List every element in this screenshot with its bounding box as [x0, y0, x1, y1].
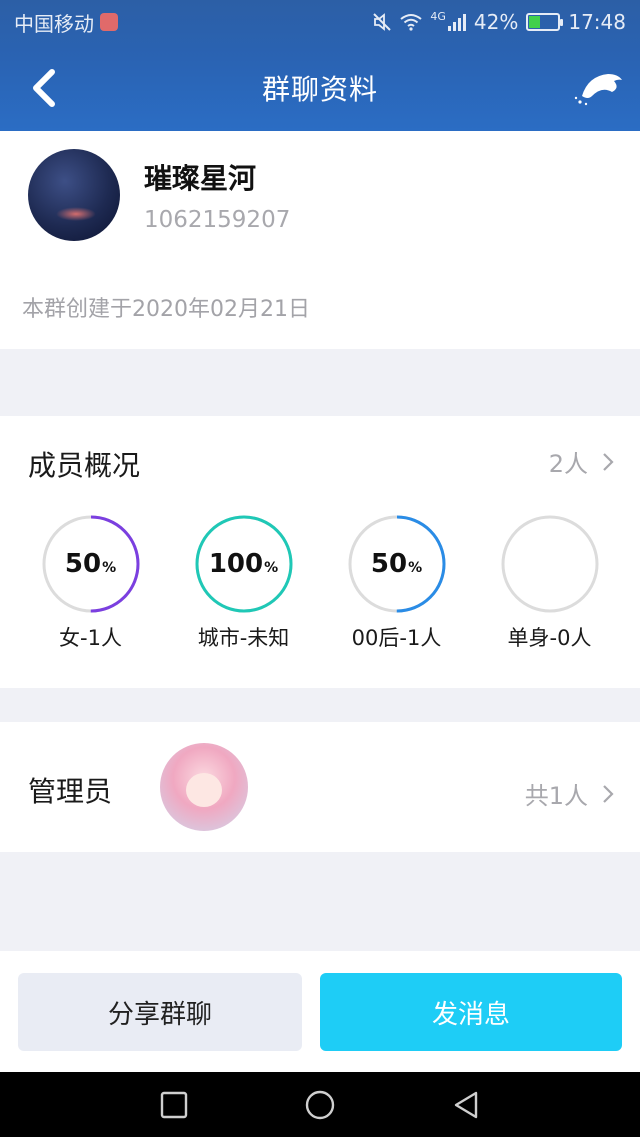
- top-bar: 中国移动 4G 42% 17:48 群聊资料: [0, 0, 640, 131]
- admin-avatar[interactable]: [160, 743, 248, 831]
- stat-value: 50: [64, 549, 102, 579]
- stat-gender: 50% 女-1人: [16, 514, 166, 652]
- admins-count: 共1人: [524, 782, 588, 810]
- stat-label: 单身-0人: [507, 626, 592, 650]
- stat-unit: %: [102, 560, 117, 576]
- carrier-label: 中国移动: [14, 11, 94, 36]
- admins-count-link[interactable]: 共1人: [525, 776, 614, 811]
- chevron-right-icon: [603, 784, 614, 803]
- notification-icon: [100, 13, 118, 31]
- recents-icon[interactable]: [160, 1091, 188, 1119]
- group-avatar[interactable]: [28, 149, 120, 241]
- network-label: 4G: [430, 10, 446, 23]
- dolphin-icon[interactable]: [572, 66, 626, 110]
- system-nav-bar: [0, 1072, 640, 1137]
- members-count-link[interactable]: 2人: [549, 444, 614, 479]
- members-title: 成员概况: [28, 449, 141, 482]
- admins-title: 管理员: [28, 775, 113, 808]
- wifi-icon: [400, 14, 422, 31]
- city-ring: 100%: [194, 514, 294, 614]
- page-title: 群聊资料: [261, 72, 378, 106]
- mute-icon: [373, 13, 392, 31]
- status-bar: 中国移动 4G 42% 17:48: [0, 0, 640, 44]
- stat-single: 单身-0人: [475, 514, 625, 652]
- stat-unit: %: [264, 560, 279, 576]
- send-message-button[interactable]: 发消息: [320, 973, 622, 1051]
- admins-card[interactable]: 管理员 共1人: [0, 722, 640, 852]
- stat-age: 50% 00后-1人: [322, 514, 472, 652]
- signal-icon: [447, 13, 466, 31]
- members-overview-card[interactable]: 成员概况 2人 50% 女-1人 100% 城市-未知 50% 00后-1人 单…: [0, 416, 640, 688]
- back-nav-icon[interactable]: [452, 1090, 480, 1120]
- stat-value: 50: [370, 549, 408, 579]
- clock: 17:48: [568, 10, 626, 34]
- single-ring: [500, 514, 600, 614]
- stat-label: 00后-1人: [351, 626, 442, 650]
- stat-value: 100: [208, 549, 264, 579]
- group-created-date: 本群创建于2020年02月21日: [22, 297, 310, 322]
- action-bar: 分享群聊 发消息: [0, 951, 640, 1072]
- battery-icon: [526, 13, 564, 31]
- group-info-card: 璀璨星河 1062159207 本群创建于2020年02月21日: [0, 131, 640, 349]
- stat-city: 100% 城市-未知: [169, 514, 319, 652]
- age-ring: 50%: [347, 514, 447, 614]
- stat-label: 城市-未知: [197, 626, 290, 650]
- header: 群聊资料: [0, 44, 640, 131]
- member-stats: 50% 女-1人 100% 城市-未知 50% 00后-1人 单身-0人: [0, 514, 640, 652]
- back-button[interactable]: [26, 66, 66, 110]
- share-group-button[interactable]: 分享群聊: [18, 973, 302, 1051]
- members-count: 2人: [548, 450, 588, 478]
- stat-label: 女-1人: [59, 626, 122, 650]
- battery-percent: 42%: [473, 10, 519, 34]
- home-icon[interactable]: [304, 1089, 336, 1121]
- chevron-right-icon: [603, 452, 614, 471]
- group-id: 1062159207: [144, 207, 291, 233]
- group-name: 璀璨星河: [144, 162, 257, 195]
- stat-unit: %: [408, 560, 423, 576]
- gender-ring: 50%: [41, 514, 141, 614]
